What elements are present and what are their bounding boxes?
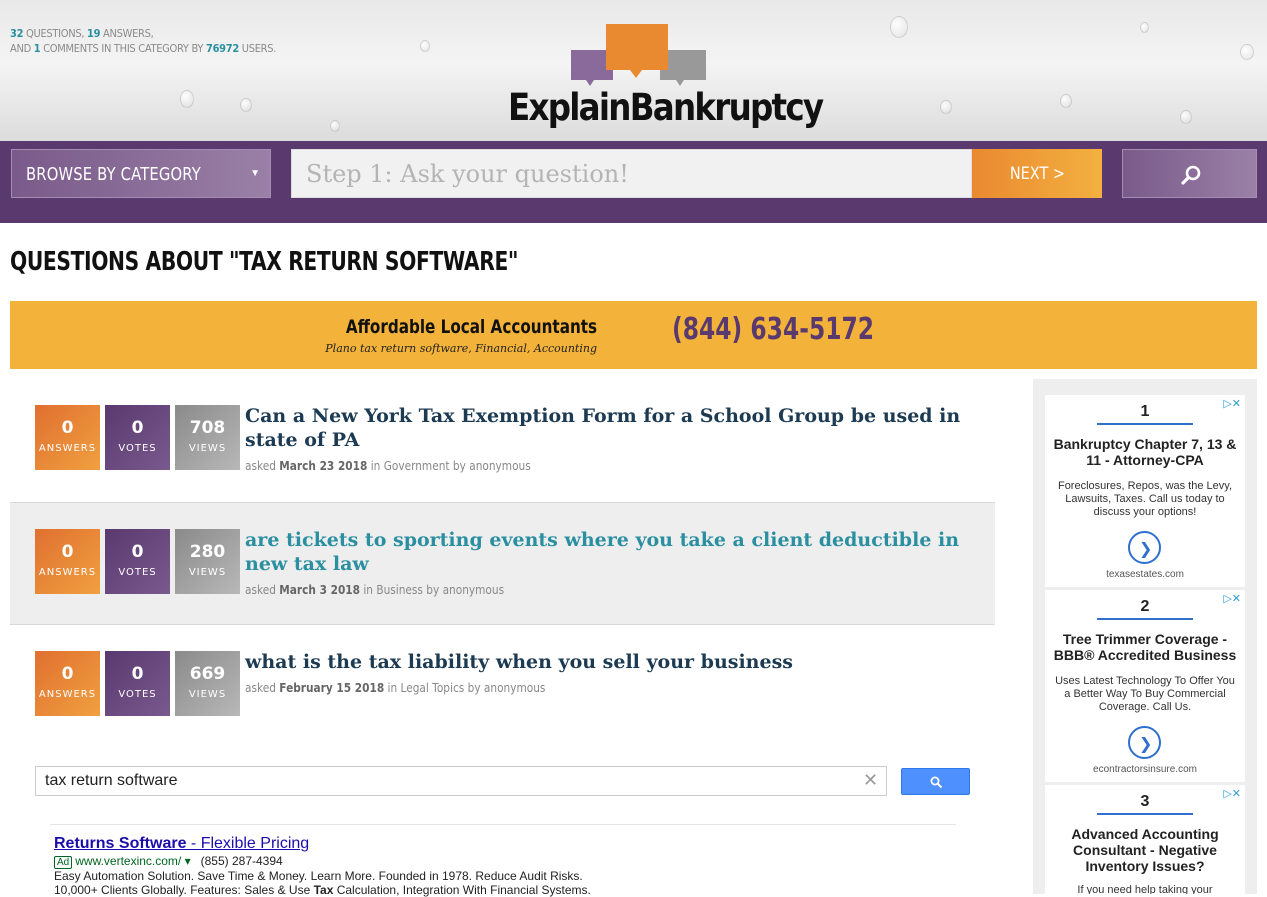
answers-count-tile: 0 ANSWERS xyxy=(35,405,100,470)
question-meta: asked March 3 2018 in Business by anonym… xyxy=(245,583,505,597)
side-ad-headline[interactable]: Tree Trimmer Coverage - BBB® Accredited … xyxy=(1051,631,1239,663)
ad-badge: Ad xyxy=(54,856,73,869)
side-ad-body: Uses Latest Technology To Offer You a Be… xyxy=(1055,675,1235,713)
page-title: QUESTIONS ABOUT "TAX RETURN SOFTWARE" xyxy=(10,247,519,277)
side-ad-go-button[interactable]: ❯ xyxy=(1128,726,1161,759)
side-ad-go-button[interactable]: ❯ xyxy=(1128,531,1161,564)
ad-choices-icon[interactable]: ▷✕ xyxy=(1223,787,1241,800)
ad-choices-icon[interactable]: ▷✕ xyxy=(1223,592,1241,605)
votes-count-tile: 0 VOTES xyxy=(105,405,170,470)
votes-count-tile: 0 VOTES xyxy=(105,651,170,716)
chevron-right-icon: ❯ xyxy=(1139,539,1153,558)
next-button[interactable]: NEXT > xyxy=(972,149,1102,198)
navbar: BROWSE BY CATEGORY ▼ NEXT > xyxy=(0,141,1267,223)
text-ad-description: Easy Automation Solution. Save Time & Mo… xyxy=(54,869,583,883)
category-stats: 32 QUESTIONS, 19 ANSWERS, AND 1 COMMENTS… xyxy=(10,27,277,55)
clear-search-icon[interactable]: ✕ xyxy=(863,770,878,791)
ask-question-input[interactable] xyxy=(291,149,972,198)
rain-drop xyxy=(330,120,340,132)
question-meta: asked February 15 2018 in Legal Topics b… xyxy=(245,681,546,695)
side-ad-card[interactable]: ▷✕ 2 Tree Trimmer Coverage - BBB® Accred… xyxy=(1045,590,1245,782)
side-ad-body: Foreclosures, Repos, was the Levy, Lawsu… xyxy=(1057,480,1233,518)
views-count-tile: 708 VIEWS xyxy=(175,405,240,470)
text-ad-phone[interactable]: (855) 287-4394 xyxy=(201,854,283,868)
side-ad-headline[interactable]: Advanced Accounting Consultant - Negativ… xyxy=(1051,826,1239,874)
side-ad-headline[interactable]: Bankruptcy Chapter 7, 13 & 11 - Attorney… xyxy=(1051,436,1239,468)
site-header: 32 QUESTIONS, 19 ANSWERS, AND 1 COMMENTS… xyxy=(0,0,1267,141)
side-ad-number: 1 xyxy=(1097,403,1193,425)
views-count-tile: 280 VIEWS xyxy=(175,529,240,594)
question-meta: asked March 23 2018 in Government by ano… xyxy=(245,459,531,473)
text-ad-description: 10,000+ Clients Globally. Features: Sale… xyxy=(54,883,591,897)
side-ad-domain[interactable]: texasestates.com xyxy=(1045,569,1245,580)
search-icon xyxy=(1181,165,1201,185)
rain-drop xyxy=(180,90,194,108)
question-row: 0 ANSWERS 0 VOTES 280 VIEWS are tickets to … xyxy=(10,502,995,625)
side-ad-number: 3 xyxy=(1097,793,1193,815)
promo-phone[interactable]: (844) 634-5172 xyxy=(672,312,874,347)
speech-bubbles-icon xyxy=(571,24,706,86)
rain-drop xyxy=(420,40,430,52)
side-ad-body: If you need help taking your xyxy=(1077,884,1213,894)
votes-count-tile: 0 VOTES xyxy=(105,529,170,594)
rain-drop xyxy=(240,98,252,112)
category-link[interactable]: Business xyxy=(376,583,423,597)
category-link[interactable]: Government xyxy=(384,459,450,473)
text-ad-url[interactable]: www.vertexinc.com/ xyxy=(75,854,181,868)
rain-drop xyxy=(1240,44,1254,60)
search-icon xyxy=(930,776,943,789)
question-title-link[interactable]: what is the tax liability when you sell … xyxy=(245,650,975,674)
browse-category-label: BROWSE BY CATEGORY xyxy=(26,164,201,185)
chevron-right-icon: ❯ xyxy=(1139,734,1153,753)
rain-drop xyxy=(1180,110,1192,124)
custom-search-button[interactable] xyxy=(901,768,970,795)
side-ad-number: 2 xyxy=(1097,598,1193,620)
custom-search-input[interactable] xyxy=(35,766,887,796)
promo-banner[interactable]: Affordable Local Accountants Plano tax r… xyxy=(10,301,1257,369)
rain-drop xyxy=(1060,94,1072,108)
chevron-down-icon[interactable]: ▾ xyxy=(185,854,191,868)
question-row: 0 ANSWERS 0 VOTES 669 VIEWS what is the tax… xyxy=(10,625,995,748)
side-ad-domain[interactable]: econtractorsinsure.com xyxy=(1045,764,1245,775)
rain-drop xyxy=(940,100,952,114)
promo-title[interactable]: Affordable Local Accountants xyxy=(346,316,597,338)
browse-category-dropdown[interactable]: BROWSE BY CATEGORY ▼ xyxy=(11,149,271,198)
text-ad-url-line: Ad www.vertexinc.com/ ▾ (855) 287-4394 xyxy=(54,854,283,869)
rain-drop xyxy=(1140,22,1149,33)
brand-name: ExplainBankruptcy xyxy=(508,86,824,129)
promo-subtitle: Plano tax return software, Financial, Ac… xyxy=(325,342,597,355)
search-button[interactable] xyxy=(1122,149,1257,198)
views-count-tile: 669 VIEWS xyxy=(175,651,240,716)
side-ad-card[interactable]: ▷✕ 1 Bankruptcy Chapter 7, 13 & 11 - Att… xyxy=(1045,395,1245,587)
answers-count-tile: 0 ANSWERS xyxy=(35,651,100,716)
sidebar-ads: ▷✕ 1 Bankruptcy Chapter 7, 13 & 11 - Att… xyxy=(1033,379,1257,894)
rain-drop xyxy=(890,16,908,38)
text-ad-title-link[interactable]: Returns Software - Flexible Pricing xyxy=(54,835,309,853)
ad-choices-icon[interactable]: ▷✕ xyxy=(1223,397,1241,410)
dropdown-arrow-icon: ▼ xyxy=(250,168,260,179)
side-ad-card[interactable]: ▷✕ 3 Advanced Accounting Consultant - Ne… xyxy=(1045,785,1245,894)
question-row: 0 ANSWERS 0 VOTES 708 VIEWS Can a New York … xyxy=(10,379,995,502)
answers-count-tile: 0 ANSWERS xyxy=(35,529,100,594)
site-logo[interactable]: ExplainBankruptcy xyxy=(508,24,824,139)
ad-divider xyxy=(50,824,956,825)
question-title-link[interactable]: are tickets to sporting events where you… xyxy=(245,528,975,576)
category-link[interactable]: Legal Topics xyxy=(401,681,465,695)
question-title-link[interactable]: Can a New York Tax Exemption Form for a … xyxy=(245,404,975,452)
